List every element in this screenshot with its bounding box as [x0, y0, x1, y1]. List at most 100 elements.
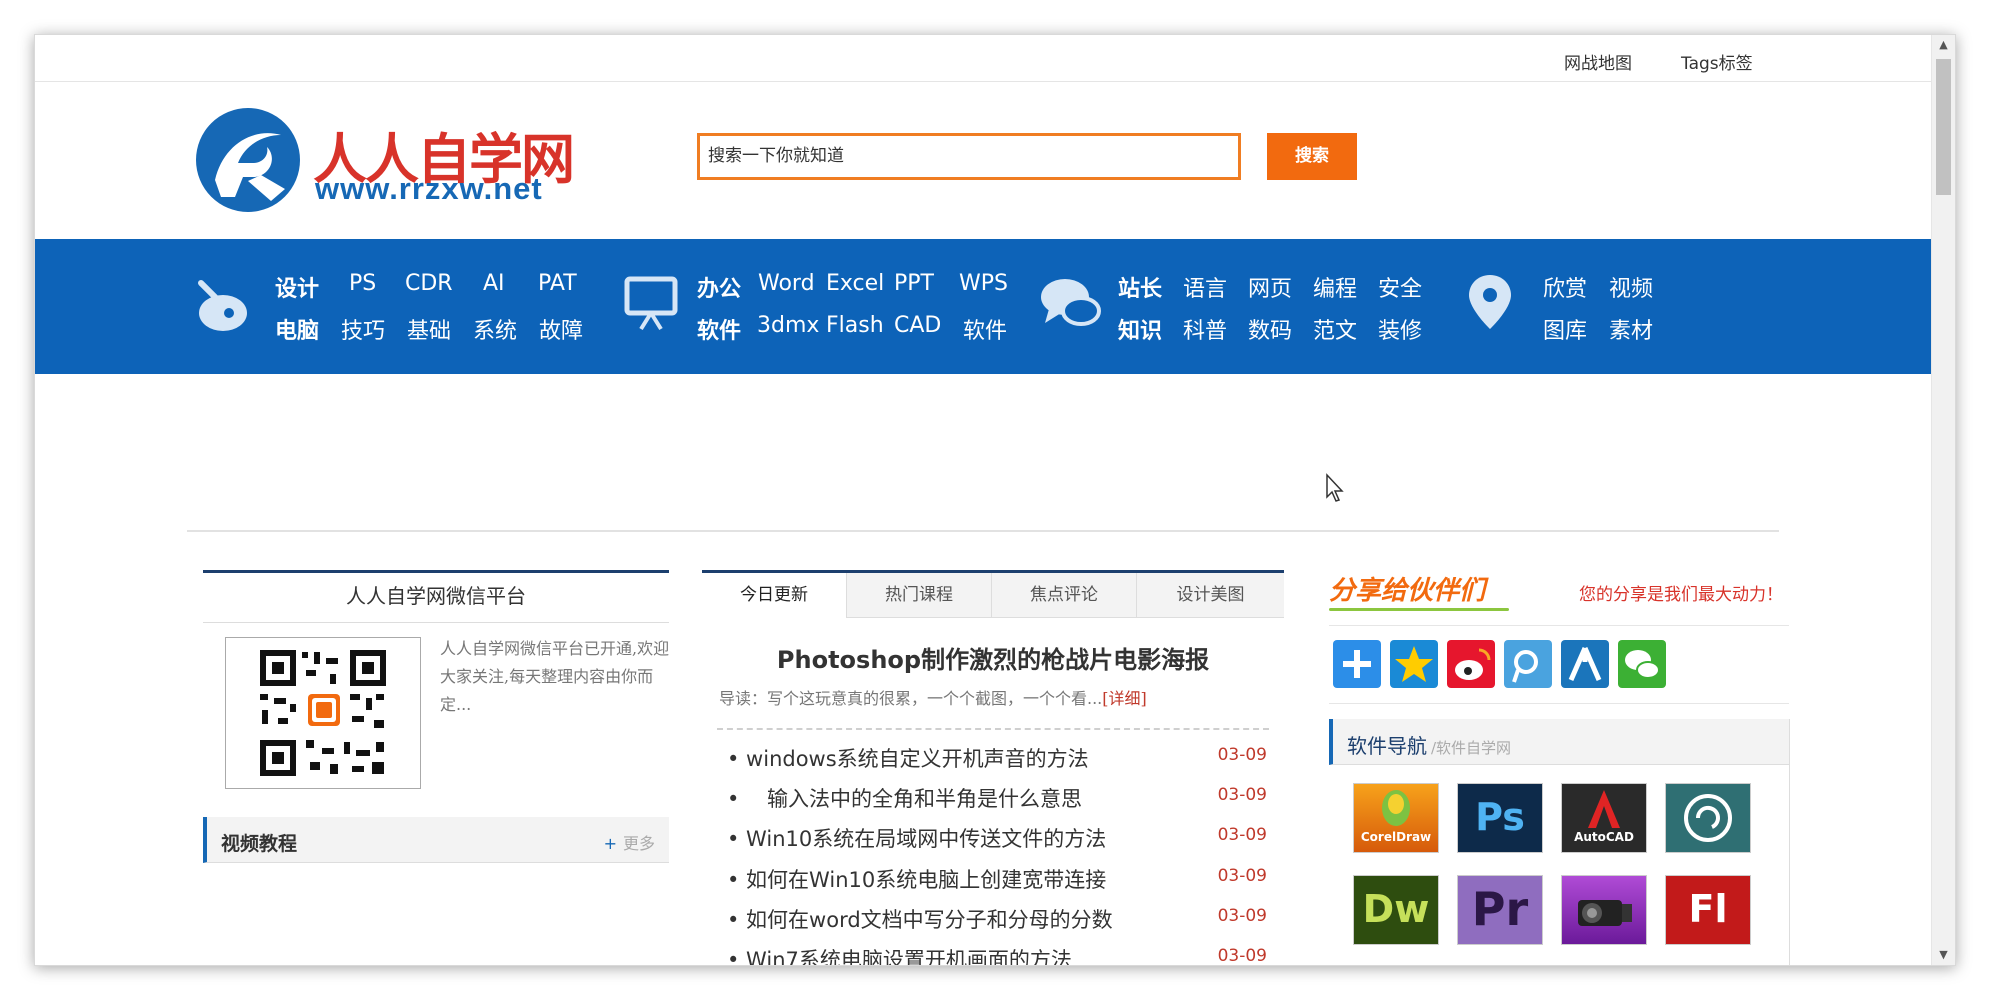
scroll-down-arrow-icon[interactable]: ▼ [1932, 945, 1955, 965]
share-slogan: 您的分享是我们最大动力！ [1579, 585, 1783, 605]
nav-flash[interactable]: Flash [826, 313, 884, 338]
flash-icon[interactable]: Fl [1665, 875, 1751, 945]
share-divider [1329, 625, 1789, 626]
plus-icon[interactable] [1333, 640, 1381, 688]
nav-security[interactable]: 安全 [1378, 271, 1422, 303]
software-nav-header: 软件导航/软件自学网 [1329, 719, 1789, 765]
nav-knowledge[interactable]: 知识 [1118, 313, 1162, 345]
nav-materials[interactable]: 素材 [1609, 313, 1653, 345]
vertical-scrollbar[interactable]: ▲ ▼ [1931, 35, 1955, 965]
palette-icon [198, 280, 247, 331]
weibo-icon[interactable] [1447, 640, 1495, 688]
video-more-link[interactable]: + 更多 [604, 830, 655, 854]
news-item[interactable]: • Win7系统电脑设置开机画面的方法 03-09 [727, 944, 1267, 965]
news-date: 03-09 [1217, 946, 1267, 965]
search-input[interactable]: 搜索一下你就知道 [697, 133, 1241, 180]
nav-design[interactable]: 设计 [275, 271, 319, 303]
news-item[interactable]: • 输入法中的全角和半角是什么意思 03-09 [727, 783, 1267, 823]
video-camera-icon[interactable] [1561, 875, 1647, 945]
renren-icon[interactable] [1561, 640, 1609, 688]
news-title[interactable]: • windows系统自定义开机声音的方法 [727, 743, 1089, 773]
nav-programming[interactable]: 编程 [1313, 271, 1357, 303]
news-item[interactable]: • 如何在Win10系统电脑上创建宽带连接 03-09 [727, 864, 1267, 904]
nav-gallery[interactable]: 图库 [1543, 313, 1587, 345]
video-tutorials-header: 视频教程 + 更多 [203, 817, 669, 863]
news-item[interactable]: • 如何在word文档中写分子和分母的分数 03-09 [727, 904, 1267, 944]
nav-pat[interactable]: PAT [538, 271, 577, 296]
nav-video[interactable]: 视频 [1609, 271, 1653, 303]
tencent-weibo-icon[interactable] [1504, 640, 1552, 688]
nav-webmaster[interactable]: 站长 [1118, 271, 1162, 303]
nav-3dmx[interactable]: 3dmx [757, 313, 819, 338]
main-nav: 设计 PS CDR AI PAT 电脑 技巧 基础 系统 故障 办公 Word … [35, 239, 1932, 374]
logo-emblem-icon [196, 108, 300, 212]
news-item[interactable]: • windows系统自定义开机声音的方法 03-09 [727, 743, 1267, 783]
qzone-icon[interactable] [1390, 640, 1438, 688]
nav-ai[interactable]: AI [483, 271, 505, 296]
nav-digital[interactable]: 数码 [1248, 313, 1292, 345]
tab-today-updates[interactable]: 今日更新 [702, 573, 847, 618]
autocad-icon[interactable]: AutoCAD [1561, 783, 1647, 853]
3dsmax-icon[interactable] [1665, 783, 1751, 853]
qr-code-icon [260, 650, 386, 776]
plus-icon: + [603, 834, 617, 853]
nav-ps[interactable]: PS [349, 271, 376, 296]
nav-decoration[interactable]: 装修 [1378, 313, 1422, 345]
detail-link[interactable]: [详细] [1102, 689, 1147, 708]
mouse-cursor-icon [1326, 473, 1344, 502]
headline-article[interactable]: Photoshop制作激烈的枪战片电影海报 [702, 640, 1284, 675]
news-date: 03-09 [1217, 866, 1267, 886]
nav-essays[interactable]: 范文 [1313, 313, 1357, 345]
nav-cdr[interactable]: CDR [405, 271, 453, 296]
section-divider [187, 530, 1779, 532]
premiere-icon[interactable]: Pr [1457, 875, 1543, 945]
nav-office[interactable]: 办公 [697, 271, 741, 303]
nav-word[interactable]: Word [758, 271, 815, 296]
nav-computer[interactable]: 电脑 [275, 313, 319, 345]
nav-excel[interactable]: Excel [826, 271, 884, 296]
news-title[interactable]: • 如何在Win10系统电脑上创建宽带连接 [727, 864, 1106, 894]
software-nav-subtitle: /软件自学网 [1431, 739, 1512, 757]
site-map-link[interactable]: 网战地图 [1564, 49, 1632, 74]
chat-bubbles-icon [1041, 279, 1101, 326]
nav-science[interactable]: 科普 [1183, 313, 1227, 345]
nav-language[interactable]: 语言 [1183, 271, 1227, 303]
nav-software-2[interactable]: 软件 [963, 313, 1007, 345]
wechat-icon[interactable] [1618, 640, 1666, 688]
photoshop-icon[interactable]: Ps [1457, 783, 1543, 853]
news-title[interactable]: • Win10系统在局域网中传送文件的方法 [727, 823, 1106, 853]
nav-software[interactable]: 软件 [697, 313, 741, 345]
scroll-thumb[interactable] [1936, 59, 1951, 195]
nav-tips[interactable]: 技巧 [341, 313, 385, 345]
news-title[interactable]: • 如何在word文档中写分子和分母的分数 [727, 904, 1113, 934]
dreamweaver-icon[interactable]: Dw [1353, 875, 1439, 945]
nav-ppt[interactable]: PPT [894, 271, 934, 296]
tags-link[interactable]: Tags标签 [1681, 49, 1753, 74]
nav-wps[interactable]: WPS [959, 271, 1008, 296]
news-date: 03-09 [1217, 745, 1267, 765]
news-title[interactable]: • Win7系统电脑设置开机画面的方法 [727, 944, 1072, 965]
dashed-divider [717, 728, 1269, 730]
nav-appreciate[interactable]: 欣赏 [1543, 271, 1587, 303]
share-brand-title: 分享给伙伴们 [1329, 576, 1486, 606]
news-date: 03-09 [1217, 906, 1267, 926]
headline-intro: 导读：写个这玩意真的很累，一个个截图，一个个看...[详细] [719, 685, 1147, 709]
nav-basics[interactable]: 基础 [407, 313, 451, 345]
site-logo[interactable]: 人人自学网 www.rrzxw.net [193, 105, 593, 217]
coreldraw-icon[interactable]: CorelDraw [1353, 783, 1439, 853]
search-button[interactable]: 搜索 [1267, 133, 1357, 180]
news-item[interactable]: • Win10系统在局域网中传送文件的方法 03-09 [727, 823, 1267, 863]
nav-cad[interactable]: CAD [894, 313, 941, 338]
tab-focus-comments[interactable]: 焦点评论 [992, 573, 1137, 618]
tab-hot-courses[interactable]: 热门课程 [847, 573, 992, 618]
nav-webpage[interactable]: 网页 [1248, 271, 1292, 303]
wechat-description: 人人自学网微信平台已开通,欢迎大家关注,每天整理内容由你而定... [440, 639, 670, 714]
nav-fault[interactable]: 故障 [539, 313, 583, 345]
news-title[interactable]: • 输入法中的全角和半角是什么意思 [727, 783, 1082, 813]
scroll-up-arrow-icon[interactable]: ▲ [1932, 35, 1955, 55]
wechat-platform-title: 人人自学网微信平台 [203, 570, 669, 623]
tab-design-images[interactable]: 设计美图 [1137, 573, 1284, 618]
software-nav-title: 软件导航/软件自学网 [1347, 730, 1511, 759]
nav-system[interactable]: 系统 [473, 313, 517, 345]
news-date: 03-09 [1217, 785, 1267, 805]
